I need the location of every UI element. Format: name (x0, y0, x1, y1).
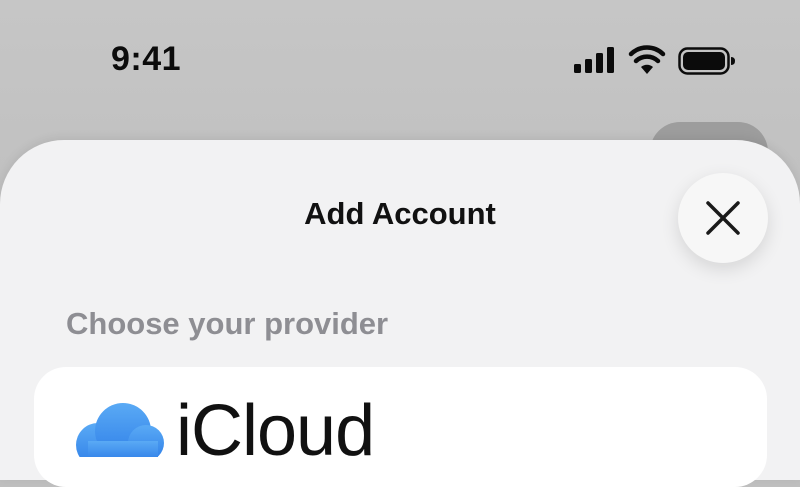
status-bar: 9:41 (0, 0, 800, 120)
wifi-icon (628, 45, 666, 74)
icloud-icon (76, 403, 164, 457)
close-icon (706, 201, 740, 235)
section-label: Choose your provider (66, 306, 389, 341)
provider-row-icloud[interactable]: iCloud (34, 367, 767, 487)
status-time: 9:41 (111, 40, 182, 78)
close-button[interactable] (678, 173, 768, 263)
signal-icon (574, 47, 614, 73)
provider-name: iCloud (176, 391, 375, 471)
battery-icon (678, 47, 735, 75)
